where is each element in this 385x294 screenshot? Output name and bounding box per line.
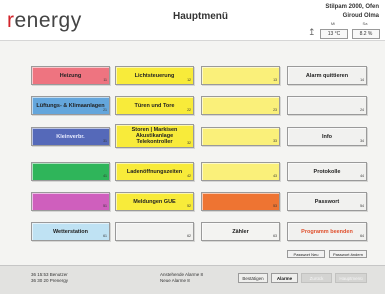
button-number: 51 <box>103 204 107 208</box>
magenta-empty-button[interactable]: 51 <box>31 192 110 211</box>
climate-value-2: 8.2 % <box>352 29 380 39</box>
meter-button[interactable]: Zähler 63 <box>201 222 280 241</box>
button-number: 41 <box>103 174 107 178</box>
acknowledge-alarm-button[interactable]: Alarm quittieren 14 <box>287 66 367 85</box>
location-line-1: Stilpam 2000, Ofen <box>325 4 379 10</box>
blinds-awnings-label: Storen | Markisen Akustikanlage Telekont… <box>131 127 178 145</box>
button-number: 23 <box>273 108 277 112</box>
empty-button-62[interactable]: 62 <box>115 222 194 241</box>
button-number: 22 <box>187 108 191 112</box>
empty-button-24[interactable]: 24 <box>287 96 367 115</box>
button-number: 12 <box>187 78 191 82</box>
button-number: 32 <box>187 141 191 145</box>
button-number: 33 <box>273 139 277 143</box>
climate-value-1: 13 °C <box>320 29 348 39</box>
alarms-button[interactable]: Alarme <box>271 273 298 283</box>
button-number: 34 <box>360 139 364 143</box>
button-number: 42 <box>187 174 191 178</box>
renergy-logo: renergy <box>7 9 82 33</box>
button-number: 44 <box>360 174 364 178</box>
yellow-empty-button-33[interactable]: 33 <box>201 127 280 146</box>
orange-empty-button-53[interactable]: 53 <box>201 192 280 211</box>
yellow-empty-button-43[interactable]: 43 <box>201 162 280 181</box>
back-button[interactable]: Zurück <box>301 273 332 283</box>
button-number: 43 <box>273 174 277 178</box>
climate-label-2: Sa <box>362 21 368 26</box>
weather-station-label: Wetterstation <box>52 228 89 235</box>
logo-text: energy <box>14 9 82 32</box>
button-number: 14 <box>360 78 364 82</box>
location-info: Stilpam 2000, Ofen Giroud Olma <box>325 3 379 21</box>
button-number: 62 <box>187 234 191 238</box>
footer-bar: 36 15:53 Benutzer 36 30 20 Prenergy Anst… <box>0 265 385 294</box>
location-line-2: Giroud Olma <box>342 13 379 19</box>
gue-messages-label: Meldungen GUE <box>133 198 176 205</box>
button-number: 31 <box>103 139 107 143</box>
climate-icon: ↥ <box>308 27 316 37</box>
yellow-empty-button-13[interactable]: 13 <box>201 66 280 85</box>
heating-label: Heizung <box>59 72 82 79</box>
logs-label: Protokolle <box>313 168 341 175</box>
climate-label-1: Mi <box>330 21 336 26</box>
main-screen: renergy Hauptmenü Stilpam 2000, Ofen Gir… <box>0 0 385 294</box>
main-menu-button[interactable]: Hauptmenü <box>335 273 367 283</box>
new-alarms: Neue Alarme 8 <box>160 278 190 283</box>
button-number: 61 <box>103 234 107 238</box>
opening-hours-button[interactable]: Ladenöffnungszeiten 42 <box>115 162 194 181</box>
new-password-button[interactable]: Passwort Neu <box>287 250 325 258</box>
doors-gates-label: Türen und Tore <box>134 102 175 109</box>
blinds-awnings-button[interactable]: Storen | Markisen Akustikanlage Telekont… <box>115 124 194 148</box>
gue-messages-button[interactable]: Meldungen GUE 52 <box>115 192 194 211</box>
button-number: 64 <box>360 234 364 238</box>
password-button[interactable]: Passwort 54 <box>287 192 367 211</box>
change-password-button[interactable]: Passwort ändern <box>329 250 367 258</box>
lighting-control-label: Lichtsteuerung <box>134 72 175 79</box>
button-number: 53 <box>273 204 277 208</box>
page-title: Hauptmenü <box>173 11 228 22</box>
lighting-control-button[interactable]: Lichtsteuerung 12 <box>115 66 194 85</box>
ventilation-button[interactable]: Lüftungs- & Klimaanlagen 21 <box>31 96 110 115</box>
event-log: 36 15:53 Benutzer 36 30 20 Prenergy <box>31 272 68 284</box>
button-number: 24 <box>360 108 364 112</box>
small-consumers-label: Kleinverbr. <box>56 133 85 140</box>
green-empty-button[interactable]: 41 <box>31 162 110 181</box>
acknowledge-alarm-label: Alarm quittieren <box>305 72 349 79</box>
heating-button[interactable]: Heizung 11 <box>31 66 110 85</box>
small-consumers-button[interactable]: Kleinverbr. 31 <box>31 127 110 146</box>
climate-widget: ↥ Mi 13 °C Sa 8.2 % <box>308 21 382 39</box>
meter-label: Zähler <box>232 228 249 235</box>
password-label: Passwort <box>314 198 340 205</box>
header-bar: renergy Hauptmenü Stilpam 2000, Ofen Gir… <box>0 0 385 41</box>
weather-station-button[interactable]: Wetterstation 61 <box>31 222 110 241</box>
doors-gates-button[interactable]: Türen und Tore 22 <box>115 96 194 115</box>
button-number: 11 <box>103 78 107 82</box>
button-number: 54 <box>360 204 364 208</box>
button-number: 63 <box>273 234 277 238</box>
button-number: 52 <box>187 204 191 208</box>
yellow-empty-button-23[interactable]: 23 <box>201 96 280 115</box>
exit-program-label: Programm beenden <box>301 228 353 235</box>
info-label: Info <box>321 133 333 140</box>
button-number: 21 <box>103 108 107 112</box>
event-log-line-2: 36 30 20 Prenergy <box>31 278 69 283</box>
button-number: 13 <box>273 78 277 82</box>
ventilation-label: Lüftungs- & Klimaanlagen <box>36 102 105 109</box>
info-button[interactable]: Info 34 <box>287 127 367 146</box>
confirm-button[interactable]: Bestätigen <box>238 273 268 283</box>
logs-button[interactable]: Protokolle 44 <box>287 162 367 181</box>
logo-letter-r: r <box>7 9 15 32</box>
opening-hours-label: Ladenöffnungszeiten <box>126 168 183 175</box>
alarm-counter: Anstehende Alarme 8 Neue Alarme 8 <box>160 272 203 284</box>
exit-program-button[interactable]: Programm beenden 64 <box>287 222 367 241</box>
